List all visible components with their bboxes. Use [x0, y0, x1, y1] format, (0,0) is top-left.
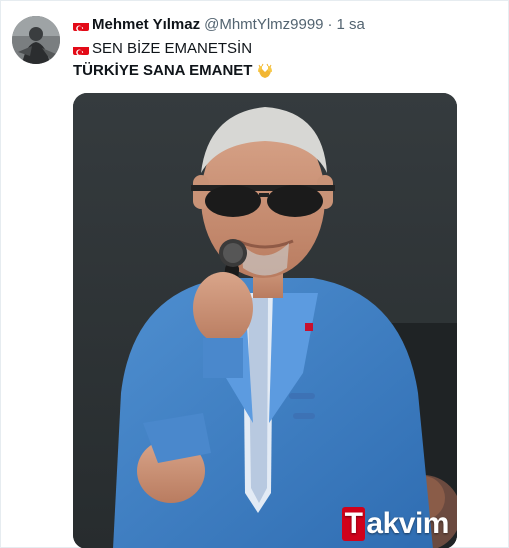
header-separator: ·: [327, 16, 333, 33]
tweet-text-line-1-content: SEN BİZE EMANETSİN: [92, 40, 253, 57]
watermark-rest: akvim: [366, 507, 449, 540]
tweet-card[interactable]: Mehmet Yılmaz @MhmtYlmz9999 · 1 sa SEN B…: [0, 0, 509, 548]
avatar[interactable]: [12, 16, 60, 64]
watermark-logo: Takvim: [341, 507, 449, 541]
raising-hands-icon: [256, 63, 274, 79]
watermark-first-letter: T: [341, 507, 366, 541]
tweet-header: Mehmet Yılmaz @MhmtYlmz9999 · 1 sa: [73, 15, 496, 35]
tweet-text: SEN BİZE EMANETSİN TÜRKİYE SANA EMANET: [73, 38, 496, 82]
tweet-text-line-2: TÜRKİYE SANA EMANET: [73, 60, 496, 82]
tweet-text-line-2-content: TÜRKİYE SANA EMANET: [73, 62, 253, 79]
tweet-content: Mehmet Yılmaz @MhmtYlmz9999 · 1 sa SEN B…: [73, 15, 496, 82]
photo-speaker-at-microphone: [73, 93, 457, 548]
turkey-flag-icon: [73, 44, 89, 55]
avatar-image: [12, 16, 60, 64]
tweet-media-photo[interactable]: Takvim: [73, 93, 457, 548]
turkey-flag-icon: [73, 20, 89, 31]
tweet-text-line-1: SEN BİZE EMANETSİN: [73, 38, 496, 60]
author-handle[interactable]: @MhmtYlmz9999: [204, 15, 323, 35]
author-display-name[interactable]: Mehmet Yılmaz: [92, 15, 200, 35]
tweet-timestamp[interactable]: 1 sa: [337, 15, 365, 35]
